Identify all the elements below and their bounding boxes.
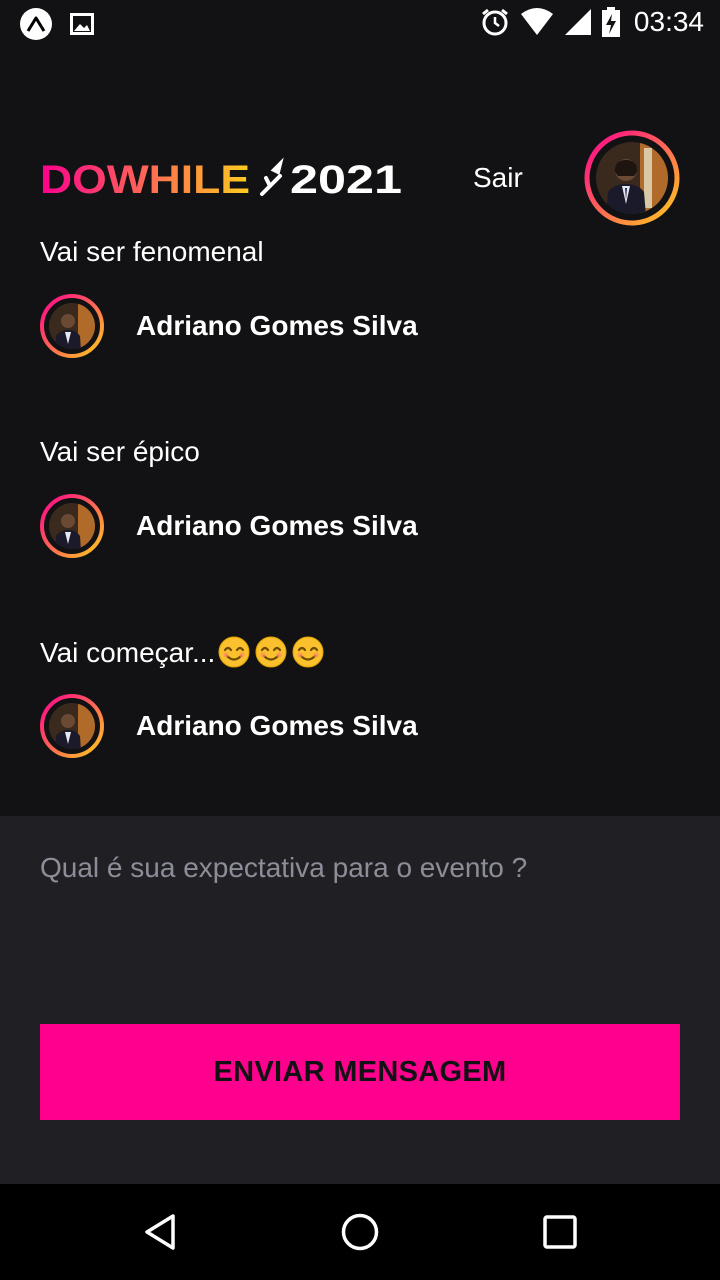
author-avatar xyxy=(40,694,104,758)
logout-button[interactable]: Sair xyxy=(473,162,523,194)
author-name: Adriano Gomes Silva xyxy=(136,310,418,341)
message-text: Vai começar... xyxy=(40,636,680,670)
message-text-content: Vai começar... xyxy=(40,637,216,668)
message-author: Adriano Gomes Silva xyxy=(40,294,418,358)
message-author: Adriano Gomes Silva xyxy=(40,494,418,558)
message-author: Adriano Gomes Silva xyxy=(40,694,418,758)
expo-app-icon xyxy=(20,8,52,40)
status-time: 03:34 xyxy=(633,6,704,37)
home-icon[interactable] xyxy=(338,1210,382,1254)
message-item: Vai ser fenomenal Adriano Gomes Silva xyxy=(40,236,680,358)
wifi-icon xyxy=(520,8,553,35)
message-item: Vai ser épico Adriano Gomes Silva xyxy=(40,436,680,558)
image-icon xyxy=(70,13,94,35)
navigation-bar xyxy=(0,1184,720,1280)
smiling-face-icon xyxy=(255,636,287,668)
status-right: 03:34 xyxy=(480,6,704,38)
message-text: Vai ser fenomenal xyxy=(40,236,680,270)
header: DOWHILE 2021 Sair xyxy=(40,128,680,228)
smiling-face-icon xyxy=(218,636,250,668)
emoji-group xyxy=(217,636,325,668)
message-text-content: Vai ser fenomenal xyxy=(40,236,264,267)
author-name: Adriano Gomes Silva xyxy=(136,710,418,741)
status-left xyxy=(20,8,94,40)
author-avatar xyxy=(40,494,104,558)
back-icon[interactable] xyxy=(138,1210,182,1254)
send-message-button[interactable]: ENVIAR MENSAGEM xyxy=(40,1024,680,1120)
signal-icon xyxy=(564,9,591,35)
user-avatar[interactable] xyxy=(584,130,680,226)
smiling-face-icon xyxy=(292,636,324,668)
dowhile-logo: DOWHILE 2021 xyxy=(40,157,402,200)
svg-text:2021: 2021 xyxy=(290,158,402,200)
author-avatar xyxy=(40,294,104,358)
battery-charging-icon xyxy=(601,7,620,37)
message-text-content: Vai ser épico xyxy=(40,436,200,467)
message-form: ENVIAR MENSAGEM xyxy=(0,816,720,1184)
message-input[interactable] xyxy=(40,850,680,990)
alarm-icon xyxy=(481,8,508,36)
author-name: Adriano Gomes Silva xyxy=(136,510,418,541)
svg-text:DOWHILE: DOWHILE xyxy=(40,158,250,200)
message-text: Vai ser épico xyxy=(40,436,680,470)
message-item: Vai começar... Adriano Gomes Silva xyxy=(40,636,680,758)
recents-icon[interactable] xyxy=(538,1210,582,1254)
status-bar: 03:34 xyxy=(0,0,720,48)
